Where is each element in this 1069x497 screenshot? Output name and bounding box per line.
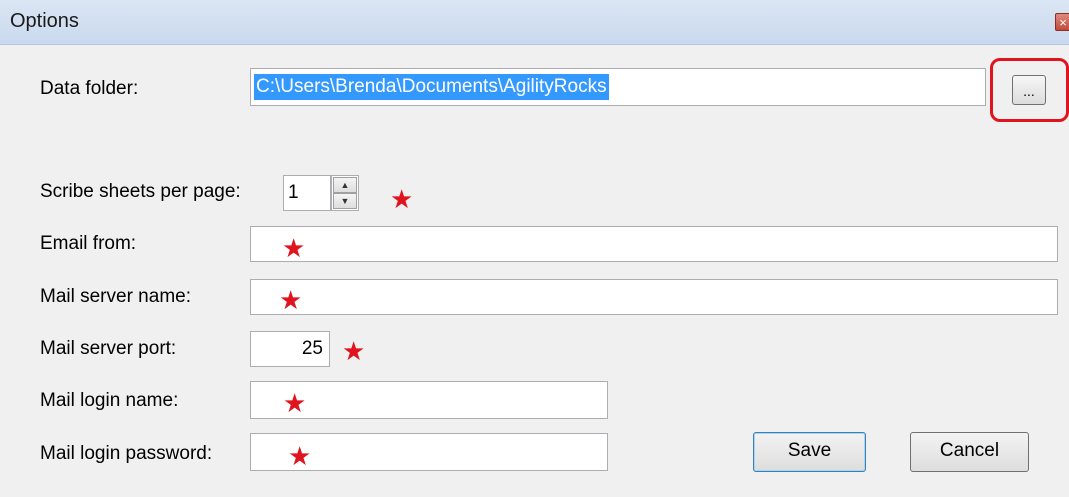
scribe-sheets-stepper: ▲ ▼ [331, 175, 359, 211]
spin-up-icon[interactable]: ▲ [333, 177, 357, 193]
email-from-label: Email from: [40, 233, 137, 254]
browse-highlight-annotation [990, 58, 1069, 122]
save-button[interactable]: Save [753, 432, 866, 472]
email-from-input[interactable] [250, 226, 1058, 262]
scribe-sheets-input[interactable]: 1 [283, 175, 331, 211]
star-annotation-icon: ★ [282, 233, 306, 263]
star-annotation-icon: ★ [390, 184, 414, 214]
star-annotation-icon: ★ [283, 388, 307, 418]
star-annotation-icon: ★ [288, 441, 312, 471]
data-folder-label: Data folder: [40, 78, 139, 99]
mail-server-name-label: Mail server name: [40, 286, 191, 307]
star-annotation-icon: ★ [279, 285, 303, 315]
spin-down-icon[interactable]: ▼ [333, 193, 357, 209]
window-title: Options [10, 10, 79, 32]
title-bar: Options × [0, 0, 1069, 45]
mail-server-port-input[interactable]: 25 [250, 331, 330, 367]
star-annotation-icon: ★ [342, 336, 366, 366]
mail-login-password-label: Mail login password: [40, 443, 213, 464]
mail-server-name-input[interactable] [250, 279, 1058, 315]
scribe-sheets-label: Scribe sheets per page: [40, 181, 241, 202]
data-folder-value: C:\Users\Brenda\Documents\AgilityRocks [254, 74, 609, 100]
mail-login-name-label: Mail login name: [40, 390, 179, 411]
mail-server-port-label: Mail server port: [40, 338, 177, 359]
cancel-button[interactable]: Cancel [910, 432, 1029, 472]
data-folder-input[interactable]: C:\Users\Brenda\Documents\AgilityRocks [250, 68, 986, 106]
close-icon[interactable]: × [1055, 13, 1069, 31]
